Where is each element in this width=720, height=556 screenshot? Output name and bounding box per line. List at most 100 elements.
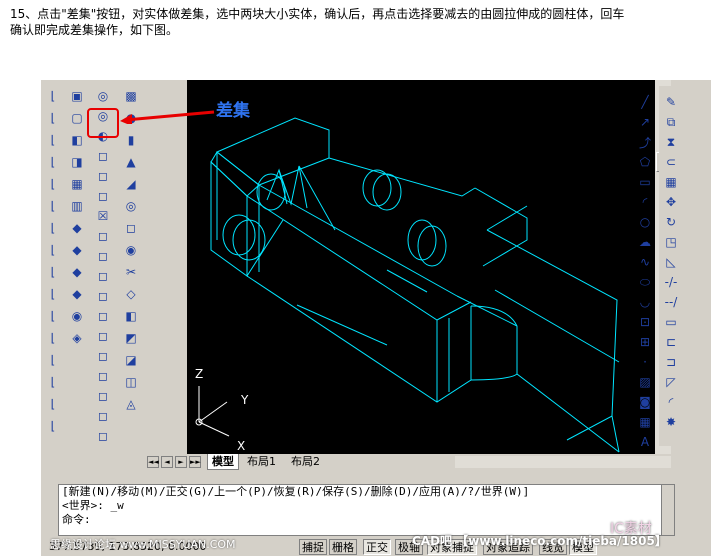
ucs-y-icon[interactable]: ⌊	[43, 306, 63, 326]
ucs-3point-icon[interactable]: ⌊	[43, 262, 63, 282]
break-icon[interactable]: ⊏	[661, 332, 681, 352]
erase-icon[interactable]: ✎	[661, 92, 681, 112]
mtext-icon[interactable]: A	[635, 432, 655, 452]
view-front-icon[interactable]: ▦	[67, 174, 87, 194]
chamfer-icon[interactable]: ◸	[661, 372, 681, 392]
scale-icon[interactable]: ◳	[661, 232, 681, 252]
clean-icon[interactable]: ◻	[93, 366, 113, 386]
table-icon[interactable]: ▦	[635, 412, 655, 432]
ucs-view-icon[interactable]: ⌊	[43, 196, 63, 216]
cylinder-icon[interactable]: ▮	[121, 130, 141, 150]
view-se-iso-icon[interactable]: ◆	[67, 240, 87, 260]
ucs-z-icon[interactable]: ⌊	[43, 328, 63, 348]
section-icon[interactable]: ◇	[121, 284, 141, 304]
copy-edge-icon[interactable]: ◻	[93, 306, 113, 326]
ucs-face-icon[interactable]: ⌊	[43, 174, 63, 194]
setup-profile-icon[interactable]: ◫	[121, 372, 141, 392]
arc-icon[interactable]: ◜	[635, 192, 655, 212]
offset-face-icon[interactable]: ◻	[93, 186, 113, 206]
move-icon[interactable]: ✥	[661, 192, 681, 212]
command-prompt[interactable]: 命令:	[59, 513, 662, 527]
prev-tab-button[interactable]: ◄	[161, 456, 173, 468]
command-window[interactable]: [新建(N)/移动(M)/正交(G)/上一个(P)/恢复(R)/保存(S)/删除…	[58, 484, 663, 536]
view-top-icon[interactable]: ▣	[67, 86, 87, 106]
offset-icon[interactable]: ⊂	[661, 152, 681, 172]
move-face-icon[interactable]: ◻	[93, 166, 113, 186]
delete-face-icon[interactable]: ☒	[93, 206, 113, 226]
ucs-apply-icon[interactable]: ⌊	[43, 350, 63, 370]
taper-face-icon[interactable]: ◻	[93, 246, 113, 266]
polyline-icon[interactable]: ⤴	[635, 132, 655, 152]
extend-icon[interactable]: --/	[661, 292, 681, 312]
next-tab-button[interactable]: ►	[175, 456, 187, 468]
revcloud-icon[interactable]: ☁	[635, 232, 655, 252]
view-nw-iso-icon[interactable]: ◆	[67, 284, 87, 304]
view-back-icon[interactable]: ▥	[67, 196, 87, 216]
rotate-face-icon[interactable]: ◻	[93, 226, 113, 246]
copy-icon[interactable]: ⧉	[661, 112, 681, 132]
copy-face-icon[interactable]: ◻	[93, 266, 113, 286]
make-block-icon[interactable]: ⊞	[635, 332, 655, 352]
hatch-icon[interactable]: ▨	[635, 372, 655, 392]
explode-icon[interactable]: ✸	[661, 412, 681, 432]
setup-drawing-icon[interactable]: ◩	[121, 328, 141, 348]
ucs-icon[interactable]: ⌊	[43, 86, 63, 106]
snap-toggle[interactable]: 捕捉	[299, 539, 327, 555]
rotate-icon[interactable]: ↻	[661, 212, 681, 232]
command-scrollbar[interactable]	[661, 484, 675, 536]
extrude-icon[interactable]: ◻	[121, 218, 141, 238]
camera-icon[interactable]: ◉	[67, 306, 87, 326]
spline-icon[interactable]: ∿	[635, 252, 655, 272]
ellipse-icon[interactable]: ⬭	[635, 272, 655, 292]
horizontal-scrollbar[interactable]	[455, 456, 671, 468]
extrude-face-icon[interactable]: ◻	[93, 146, 113, 166]
revolve-icon[interactable]: ◉	[121, 240, 141, 260]
point-icon[interactable]: ·	[635, 352, 655, 372]
stretch-icon[interactable]: ◺	[661, 252, 681, 272]
ellipse-arc-icon[interactable]: ◡	[635, 292, 655, 312]
polygon-icon[interactable]: ⬠	[635, 152, 655, 172]
union-icon[interactable]: ◎	[93, 86, 113, 106]
box-icon[interactable]: ▩	[121, 86, 141, 106]
wedge-icon[interactable]: ◢	[121, 174, 141, 194]
mirror-icon[interactable]: ⧗	[661, 132, 681, 152]
interfere-icon[interactable]: ◧	[121, 306, 141, 326]
array-icon[interactable]: ▦	[661, 172, 681, 192]
flatshot-icon[interactable]: ◬	[121, 394, 141, 414]
break-point-icon[interactable]: ▭	[661, 312, 681, 332]
color-edge-icon[interactable]: ◻	[93, 326, 113, 346]
tab-layout1[interactable]: 布局1	[243, 454, 280, 470]
setup-view-icon[interactable]: ◪	[121, 350, 141, 370]
ucs-world-icon[interactable]: ⌊	[43, 130, 63, 150]
circle-icon[interactable]: ○	[635, 212, 655, 232]
ortho-toggle[interactable]: 正交	[363, 539, 391, 555]
cone-icon[interactable]: ▲	[121, 152, 141, 172]
first-tab-button[interactable]: ◄◄	[147, 456, 159, 468]
torus-icon[interactable]: ◎	[121, 196, 141, 216]
view-sw-iso-icon[interactable]: ◆	[67, 218, 87, 238]
view-bottom-icon[interactable]: ▢	[67, 108, 87, 128]
insert-block-icon[interactable]: ⊡	[635, 312, 655, 332]
region-icon[interactable]: ◙	[635, 392, 655, 412]
view-ne-iso-icon[interactable]: ◆	[67, 262, 87, 282]
imprint-icon[interactable]: ◻	[93, 346, 113, 366]
grid-toggle[interactable]: 栅格	[329, 539, 357, 555]
hide-icon[interactable]: ◈	[67, 328, 87, 348]
last-tab-button[interactable]: ►►	[189, 456, 201, 468]
separate-icon[interactable]: ◻	[93, 386, 113, 406]
ucs-previous-icon[interactable]: ⌊	[43, 108, 63, 128]
fillet-icon[interactable]: ◜	[661, 392, 681, 412]
ucs-origin-icon[interactable]: ⌊	[43, 218, 63, 238]
slice-icon[interactable]: ✂	[121, 262, 141, 282]
ucs-named-icon[interactable]: ⌊	[43, 372, 63, 392]
view-left-icon[interactable]: ◧	[67, 130, 87, 150]
trim-icon[interactable]: -/-	[661, 272, 681, 292]
shell-icon[interactable]: ◻	[93, 406, 113, 426]
color-face-icon[interactable]: ◻	[93, 286, 113, 306]
tab-layout2[interactable]: 布局2	[287, 454, 324, 470]
ucs-preset-icon[interactable]: ⌊	[43, 394, 63, 414]
tab-model[interactable]: 模型	[207, 454, 239, 470]
construction-line-icon[interactable]: ↗	[635, 112, 655, 132]
drawing-area[interactable]: Z Y X	[187, 80, 655, 454]
check-icon[interactable]: ◻	[93, 426, 113, 446]
